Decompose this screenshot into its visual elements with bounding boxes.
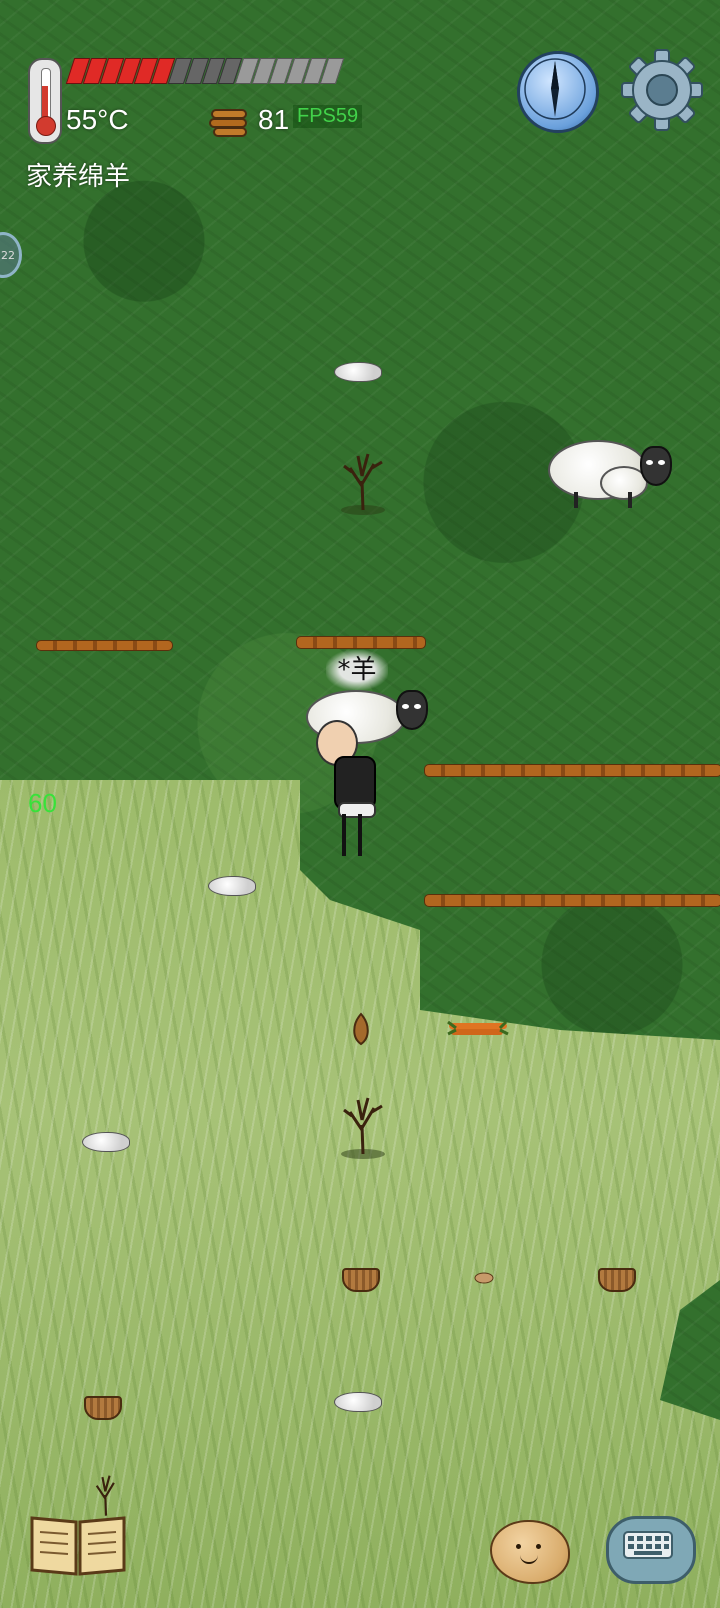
sheep-carcass[interactable] xyxy=(82,1132,130,1152)
potato-face-icon[interactable] xyxy=(490,1520,570,1584)
fence-log[interactable] xyxy=(424,894,720,907)
woven-basket[interactable] xyxy=(598,1268,636,1292)
open-book-icon[interactable] xyxy=(28,1510,128,1578)
speech-bubble: *羊 xyxy=(326,650,388,690)
side-badge-count: 22 xyxy=(1,248,15,262)
fence-log[interactable] xyxy=(36,640,173,651)
bare-tree[interactable] xyxy=(338,1090,388,1160)
player-character[interactable] xyxy=(304,690,434,870)
sheep-with-lamb[interactable] xyxy=(548,438,678,518)
carrot-pile[interactable] xyxy=(446,1016,510,1038)
debug-counter: 60 xyxy=(28,788,57,818)
sheep-carcass[interactable] xyxy=(208,876,256,896)
temperature-readout: 55°C xyxy=(66,104,129,135)
fence-log[interactable] xyxy=(424,764,720,777)
sheep-carcass[interactable] xyxy=(334,362,382,382)
gear-icon[interactable] xyxy=(620,48,704,132)
health-bar xyxy=(65,58,345,84)
compass-icon[interactable] xyxy=(517,51,599,133)
bare-tree[interactable] xyxy=(338,446,388,516)
keyboard-chat-icon[interactable] xyxy=(606,1516,696,1584)
wood-logs-icon xyxy=(209,109,247,137)
sheep-carcass[interactable] xyxy=(334,1392,382,1412)
fence-log[interactable] xyxy=(296,636,426,649)
small-stone[interactable] xyxy=(474,1270,494,1284)
pine-cone[interactable] xyxy=(350,1012,372,1046)
woven-basket[interactable] xyxy=(84,1396,122,1420)
wood-count: 81 xyxy=(258,104,290,135)
mode-label: 家养绵羊 xyxy=(26,161,131,191)
woven-basket[interactable] xyxy=(342,1268,380,1292)
thermometer-icon xyxy=(28,58,62,144)
fps-counter: FPS59 xyxy=(293,105,363,128)
